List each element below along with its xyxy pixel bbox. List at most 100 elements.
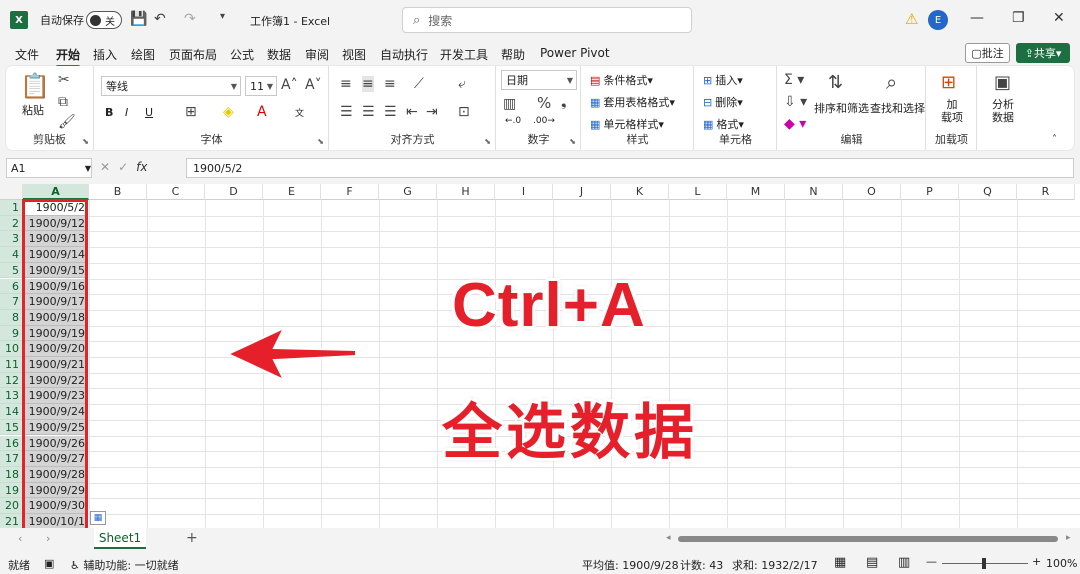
row-header-14[interactable]: 14 (0, 404, 22, 420)
font-color-icon[interactable]: A (257, 104, 267, 120)
row-header-17[interactable]: 17 (0, 451, 22, 467)
row-header-4[interactable]: 4 (0, 247, 22, 263)
addins-icon[interactable]: ⊞ (941, 72, 956, 93)
hscroll-left-icon[interactable]: ◂ (666, 533, 671, 543)
prev-sheet-icon[interactable]: ‹ (18, 532, 22, 545)
share-button[interactable]: ⇪ 共享 ▾ (1016, 43, 1070, 63)
column-header-q[interactable]: Q (959, 184, 1017, 200)
name-box[interactable]: A1 ▼ (6, 158, 92, 178)
sort-filter-button[interactable]: 排序和筛选 (814, 100, 869, 116)
row-header-2[interactable]: 2 (0, 215, 22, 232)
font-size-select[interactable]: 11 ▼ (245, 76, 277, 96)
increase-indent-icon[interactable]: ⇥ (426, 104, 438, 120)
quick-analysis-icon[interactable]: ▦ (90, 511, 106, 525)
paste-icon[interactable]: 📋 (20, 72, 50, 100)
close-icon[interactable]: ✕ (1053, 10, 1065, 26)
delete-button[interactable]: ⊟ 删除 ▾ (703, 94, 743, 110)
border-icon[interactable]: ⊞ (185, 104, 197, 120)
minimize-icon[interactable]: — (970, 10, 984, 26)
fill-color-icon[interactable]: ◈ (223, 104, 234, 120)
align-left-icon[interactable]: ☰ (340, 104, 353, 120)
column-header-a[interactable]: A (23, 184, 89, 200)
font-name-select[interactable]: 等线 ▼ (101, 76, 241, 96)
format-as-table-button[interactable]: ▦ 套用表格格式 ▾ (590, 94, 675, 110)
accessibility-status[interactable]: ♿ 辅助功能: 一切就绪 (70, 557, 179, 573)
column-header-l[interactable]: L (669, 184, 727, 200)
add-sheet-icon[interactable]: + (186, 530, 198, 546)
format-painter-icon[interactable]: 🖌 (58, 114, 76, 130)
insert-function-icon[interactable]: fx (136, 160, 147, 174)
decrease-decimal-icon[interactable]: .00→ (533, 116, 555, 126)
italic-icon[interactable]: I (125, 106, 128, 119)
column-header-o[interactable]: O (843, 184, 901, 200)
column-header-r[interactable]: R (1017, 184, 1075, 200)
autosum-icon[interactable]: Σ ▾ (784, 72, 804, 88)
customize-quick-access-icon[interactable]: ▾ (220, 11, 225, 22)
addins-button[interactable]: 加 载项 (941, 98, 963, 124)
tab-insert[interactable]: 插入 (93, 46, 117, 63)
undo-icon[interactable]: ↶ (154, 11, 166, 27)
column-header-b[interactable]: B (89, 184, 147, 200)
fill-icon[interactable]: ⇩ ▾ (784, 94, 807, 110)
bold-icon[interactable]: B (105, 106, 113, 119)
align-center-icon[interactable]: ☰ (362, 104, 375, 120)
wrap-text-icon[interactable]: ⤶ (458, 76, 466, 92)
row-header-19[interactable]: 19 (0, 482, 22, 499)
redo-icon[interactable]: ↷ (184, 11, 196, 27)
row-header-7[interactable]: 7 (0, 294, 22, 310)
restore-icon[interactable]: ❐ (1012, 10, 1025, 26)
tab-home[interactable]: 开始 (56, 46, 81, 68)
number-format-select[interactable]: 日期 ▼ (501, 70, 577, 90)
row-header-11[interactable]: 11 (0, 357, 22, 373)
column-header-d[interactable]: D (205, 184, 263, 200)
align-right-icon[interactable]: ☰ (384, 104, 397, 120)
hscroll-right-icon[interactable]: ▸ (1066, 533, 1071, 543)
normal-view-icon[interactable]: ▦ (834, 555, 846, 570)
row-header-6[interactable]: 6 (0, 278, 22, 295)
row-header-16[interactable]: 16 (0, 435, 22, 452)
comma-icon[interactable]: ❟ (561, 94, 567, 110)
dialog-launcher-icon[interactable]: ⬊ (484, 137, 491, 146)
row-header-1[interactable]: 1 (0, 200, 22, 216)
accounting-icon[interactable]: ▥ (503, 96, 516, 112)
sheet-tab-sheet1[interactable]: Sheet1 (94, 528, 146, 549)
enter-icon[interactable]: ✓ (118, 160, 128, 174)
cut-icon[interactable]: ✂ (58, 72, 70, 88)
row-header-10[interactable]: 10 (0, 341, 22, 357)
tab-help[interactable]: 帮助 (501, 46, 525, 63)
save-icon[interactable]: 💾 (130, 11, 147, 27)
column-header-e[interactable]: E (263, 184, 321, 200)
column-header-g[interactable]: G (379, 184, 437, 200)
conditional-format-button[interactable]: ▤ 条件格式 ▾ (590, 72, 653, 88)
worksheet-grid[interactable]: A B C D E F G H I J K L M N O P Q R 1 1900/5/2 2 1900/9/12 3 19… (0, 184, 1080, 528)
format-button[interactable]: ▦ 格式 ▾ (703, 116, 744, 132)
macro-record-icon[interactable]: ▣ (44, 557, 54, 570)
search-box[interactable]: ⌕ 搜索 (402, 7, 692, 33)
analyze-data-icon[interactable]: ▣ (994, 72, 1011, 93)
column-header-k[interactable]: K (611, 184, 669, 200)
analyze-data-button[interactable]: 分析 数据 (992, 98, 1014, 124)
zoom-out-icon[interactable]: — (926, 555, 937, 568)
tab-page-layout[interactable]: 页面布局 (169, 46, 217, 63)
column-header-p[interactable]: P (901, 184, 959, 200)
insert-button[interactable]: ⊞ 插入 ▾ (703, 72, 743, 88)
find-select-button[interactable]: 查找和选择 (870, 100, 925, 116)
align-bottom-icon[interactable]: ≡ (384, 76, 396, 92)
percent-icon[interactable]: % (537, 94, 551, 112)
tab-automate[interactable]: 自动执行 (380, 46, 428, 63)
row-header-21[interactable]: 21 (0, 514, 22, 528)
merge-center-icon[interactable]: ⊡ (458, 104, 470, 120)
tab-data[interactable]: 数据 (267, 46, 291, 63)
increase-font-icon[interactable]: A˄ (281, 77, 298, 93)
row-header-5[interactable]: 5 (0, 262, 22, 279)
tab-draw[interactable]: 绘图 (131, 46, 155, 63)
row-header-20[interactable]: 20 (0, 498, 22, 514)
phonetic-icon[interactable]: 文 (295, 106, 304, 119)
increase-decimal-icon[interactable]: ←.0 (505, 116, 521, 126)
align-top-icon[interactable]: ≡ (340, 76, 352, 92)
autosave-toggle[interactable]: 关 (86, 11, 122, 29)
tab-developer[interactable]: 开发工具 (440, 46, 488, 63)
underline-icon[interactable]: U (145, 106, 153, 119)
row-header-12[interactable]: 12 (0, 372, 22, 389)
copy-icon[interactable]: ⧉ (58, 94, 68, 110)
